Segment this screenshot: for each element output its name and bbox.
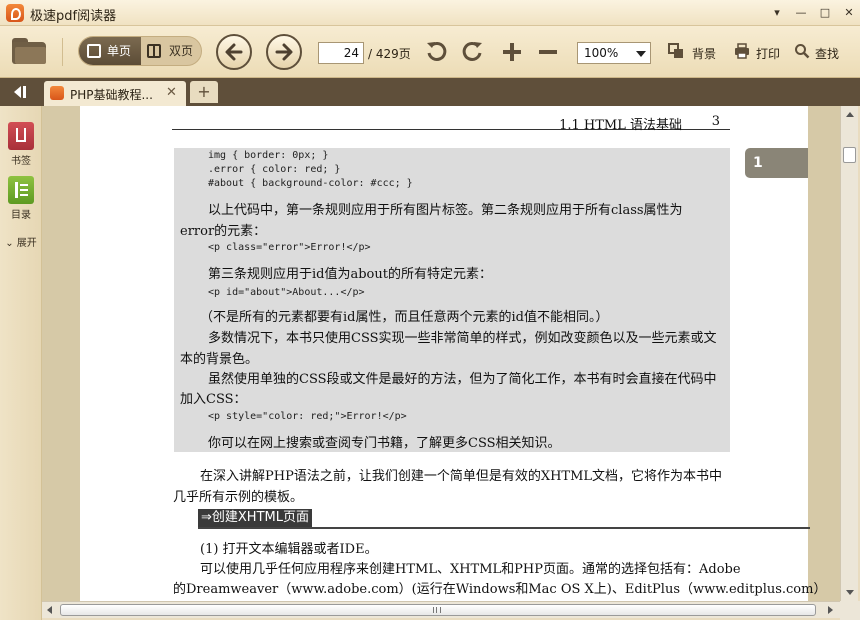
rotate-left-icon[interactable] — [425, 40, 449, 64]
paragraph-line: （不是所有的元素都要有id属性，而且任意两个元素的id值不能相同。） — [200, 310, 609, 325]
toolbar: 单页 双页 24 / 429页 100% 背景 打印 查找 — [0, 26, 860, 78]
toc-label: 目录 — [11, 210, 31, 221]
double-page-label: 双页 — [169, 44, 194, 58]
tab-label: PHP基础教程... — [70, 88, 153, 102]
document-viewport[interactable]: 1.1 HTML 语法基础 3 img { border: 0px; } .er… — [42, 106, 840, 601]
bookmarks-button[interactable]: 书签 — [0, 122, 42, 167]
scroll-left-icon[interactable] — [47, 606, 52, 614]
code-line: #about { background-color: #ccc; } — [208, 178, 413, 189]
rotate-right-icon[interactable] — [460, 40, 484, 64]
bookmarks-label: 书签 — [11, 156, 31, 167]
code-line: <p class="error">Error!</p> — [208, 242, 371, 253]
single-page-icon — [87, 44, 101, 58]
background-icon[interactable] — [668, 43, 684, 59]
left-panel: 书签 目录 ⌄ 展开 — [0, 106, 42, 620]
scroll-down-icon[interactable] — [846, 590, 854, 595]
expand-label: 展开 — [16, 238, 37, 249]
paragraph-line: 以上代码中，第一条规则应用于所有图片标签。第二条规则应用于所有class属性为 — [208, 203, 683, 218]
window-title: 极速pdf阅读器 — [30, 9, 117, 24]
toc-icon — [8, 176, 34, 204]
open-folder-icon[interactable] — [12, 36, 46, 64]
double-page-button[interactable]: 双页 — [141, 37, 201, 65]
paragraph-line: 虽然使用单独的CSS段或文件是最好的方法，但为了简化工作，本书有时会直接在代码中 — [208, 372, 717, 387]
menu-dropdown-button[interactable]: ▾ — [768, 4, 786, 22]
vertical-scrollbar[interactable] — [840, 106, 858, 601]
grip-icon — [433, 607, 441, 613]
toc-button[interactable]: 目录 — [0, 176, 42, 221]
tab-bar: PHP基础教程... ✕ + — [0, 78, 860, 106]
horizontal-scrollbar[interactable] — [42, 601, 840, 618]
paragraph-line: 可以使用几乎任何应用程序来创建HTML、XHTML和PHP页面。通常的选择包括有… — [200, 562, 741, 577]
total-pages-label: / 429页 — [368, 47, 411, 61]
search-icon[interactable] — [794, 43, 810, 59]
paragraph-line: 多数情况下，本书只使用CSS实现一些非常简单的样式，例如改变颜色以及一些元素或文 — [208, 331, 717, 346]
arrow-left-icon — [225, 43, 243, 61]
maximize-button[interactable]: □ — [816, 4, 834, 22]
paragraph-line: (1) 打开文本编辑器或者IDE。 — [200, 542, 378, 557]
paragraph-line: 几乎所有示例的模板。 — [173, 490, 304, 505]
double-page-icon — [147, 44, 161, 58]
chevron-down-icon: ⌄ — [5, 238, 14, 249]
zoom-select[interactable]: 100% — [577, 42, 651, 64]
new-tab-button[interactable]: + — [190, 81, 218, 103]
tab-document[interactable]: PHP基础教程... ✕ — [44, 81, 186, 106]
highlighted-code-section — [174, 148, 730, 452]
single-page-label: 单页 — [107, 44, 132, 58]
paragraph-line: 的Dreamweaver（www.adobe.com）(运行在Windows和M… — [173, 582, 827, 597]
paragraph-line: 第三条规则应用于id值为about的所有特定元素： — [208, 267, 492, 282]
find-button[interactable]: 查找 — [815, 45, 839, 62]
collapse-sidebar-icon[interactable] — [4, 81, 36, 103]
page-bookmark-marker[interactable]: 1 — [745, 148, 808, 178]
scrollbar-corner — [840, 601, 860, 620]
paragraph-line: 在深入讲解PHP语法之前，让我们创建一个简单但是有效的XHTML文档，它将作为本… — [200, 469, 723, 484]
app-logo-icon — [6, 4, 24, 22]
code-line: img { border: 0px; } — [208, 150, 329, 161]
paragraph-line: 本的背景色。 — [180, 352, 259, 367]
code-line: <p style="color: red;">Error!</p> — [208, 411, 407, 422]
title-bar: 极速pdf阅读器 ▾ — □ ✕ — [0, 0, 860, 26]
scroll-right-icon[interactable] — [828, 606, 833, 614]
single-page-button[interactable]: 单页 — [79, 37, 141, 65]
page-header: 1.1 HTML 语法基础 3 — [172, 106, 730, 133]
page-number-input[interactable]: 24 — [318, 42, 364, 64]
pdf-file-icon — [50, 86, 64, 100]
zoom-out-icon[interactable] — [536, 40, 560, 64]
expand-button[interactable]: ⌄ 展开 — [0, 234, 42, 249]
header-title: 1.1 HTML 语法基础 — [559, 118, 682, 133]
previous-page-button[interactable] — [216, 34, 252, 70]
zoom-in-icon[interactable] — [500, 40, 524, 64]
printer-icon[interactable] — [734, 43, 750, 59]
print-button[interactable]: 打印 — [756, 45, 780, 62]
close-button[interactable]: ✕ — [840, 4, 858, 22]
code-line: <p id="about">About...</p> — [208, 287, 365, 298]
header-page-number: 3 — [711, 114, 720, 129]
paragraph-line: error的元素： — [180, 224, 267, 239]
tab-close-icon[interactable]: ✕ — [166, 85, 177, 100]
section-heading: ⇒创建XHTML页面 — [198, 509, 810, 529]
section-heading-text: ⇒创建XHTML页面 — [198, 509, 312, 527]
paragraph-line: 加入CSS： — [180, 392, 247, 407]
zoom-value: 100% — [584, 46, 619, 60]
scroll-up-icon[interactable] — [846, 112, 854, 117]
arrow-right-icon — [275, 43, 293, 61]
pdf-page: 1.1 HTML 语法基础 3 img { border: 0px; } .er… — [80, 106, 826, 601]
vertical-scroll-thumb[interactable] — [843, 147, 856, 163]
toolbar-divider — [62, 38, 63, 66]
paragraph-line: 你可以在网上搜索或查阅专门书籍，了解更多CSS相关知识。 — [208, 436, 561, 451]
next-page-button[interactable] — [266, 34, 302, 70]
horizontal-scroll-thumb[interactable] — [60, 604, 816, 616]
minimize-button[interactable]: — — [792, 4, 810, 22]
code-line: .error { color: red; } — [208, 164, 341, 175]
bookmark-icon — [8, 122, 34, 150]
chevron-down-icon — [636, 51, 646, 57]
view-mode-toggle: 单页 双页 — [78, 36, 202, 66]
background-button[interactable]: 背景 — [692, 45, 716, 62]
